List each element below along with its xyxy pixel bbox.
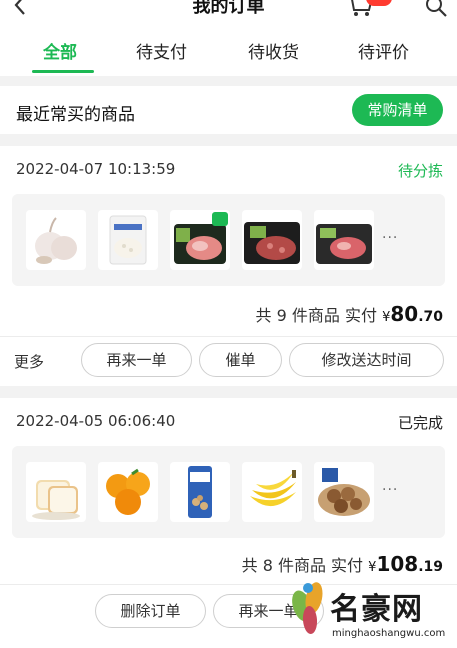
- more-items-ellipsis: ···: [382, 482, 399, 498]
- order-summary: 共 9 件商品 实付 ¥80.70: [256, 302, 443, 326]
- watermark-url: minghaoshangwu.com: [332, 628, 446, 639]
- product-thumb-garlic: [26, 210, 86, 270]
- urge-order-button[interactable]: 催单: [199, 343, 282, 377]
- reorder-button[interactable]: 再来一单: [81, 343, 192, 377]
- order-count-label: 共 9 件商品 实付: [255, 306, 377, 325]
- watermark-title: 名豪网: [330, 592, 423, 627]
- more-actions-link[interactable]: 更多: [14, 351, 44, 372]
- order-datetime: 2022-04-05 06:06:40: [16, 412, 176, 430]
- change-delivery-time-button[interactable]: 修改送达时间: [289, 343, 444, 377]
- active-tab-indicator: [32, 70, 94, 73]
- order-datetime: 2022-04-07 10:13:59: [16, 160, 176, 178]
- product-thumb-rice: [98, 210, 158, 270]
- product-thumb-dumplings: [314, 462, 374, 522]
- order-item-thumbnails[interactable]: ···: [12, 446, 445, 538]
- product-thumb-bagged-snack: [170, 462, 230, 522]
- divider: [0, 336, 457, 337]
- order-card: 2022-04-07 10:13:59 待分拣 ··· 共 9 件商品 实付 ¥…: [0, 146, 457, 386]
- frequent-items-label: 最近常买的商品: [16, 105, 135, 125]
- frequent-list-button[interactable]: 常购清单: [352, 94, 443, 126]
- amount-decimal: .70: [418, 309, 443, 325]
- product-thumb-meat-tray: [314, 210, 374, 270]
- amount-integer: 80: [390, 302, 419, 326]
- nav-header: 我的订单: [0, 0, 457, 20]
- order-status: 待分拣: [397, 162, 443, 180]
- tab-pending-review[interactable]: 待评价: [358, 38, 409, 63]
- product-thumb-oranges: [98, 462, 158, 522]
- more-items-ellipsis: ···: [382, 230, 399, 246]
- tab-pending-receipt[interactable]: 待收货: [248, 38, 299, 63]
- site-watermark: 名豪网 minghaoshangwu.com: [286, 572, 457, 648]
- order-item-thumbnails[interactable]: ···: [12, 194, 445, 286]
- product-thumb-bread: [26, 462, 86, 522]
- delete-order-button[interactable]: 删除订单: [95, 594, 206, 628]
- order-tabs: 全部 待支付 待收货 待评价: [0, 20, 457, 76]
- product-thumb-pork-tray: [170, 210, 230, 270]
- tab-pending-payment[interactable]: 待支付: [136, 38, 187, 63]
- product-thumb-bananas: [242, 462, 302, 522]
- search-icon[interactable]: [424, 0, 448, 18]
- order-status: 已完成: [397, 414, 443, 432]
- frequent-items-bar: 最近常买的商品 常购清单: [0, 86, 457, 134]
- tab-all[interactable]: 全部: [43, 38, 77, 63]
- product-thumb-ground-meat: [242, 210, 302, 270]
